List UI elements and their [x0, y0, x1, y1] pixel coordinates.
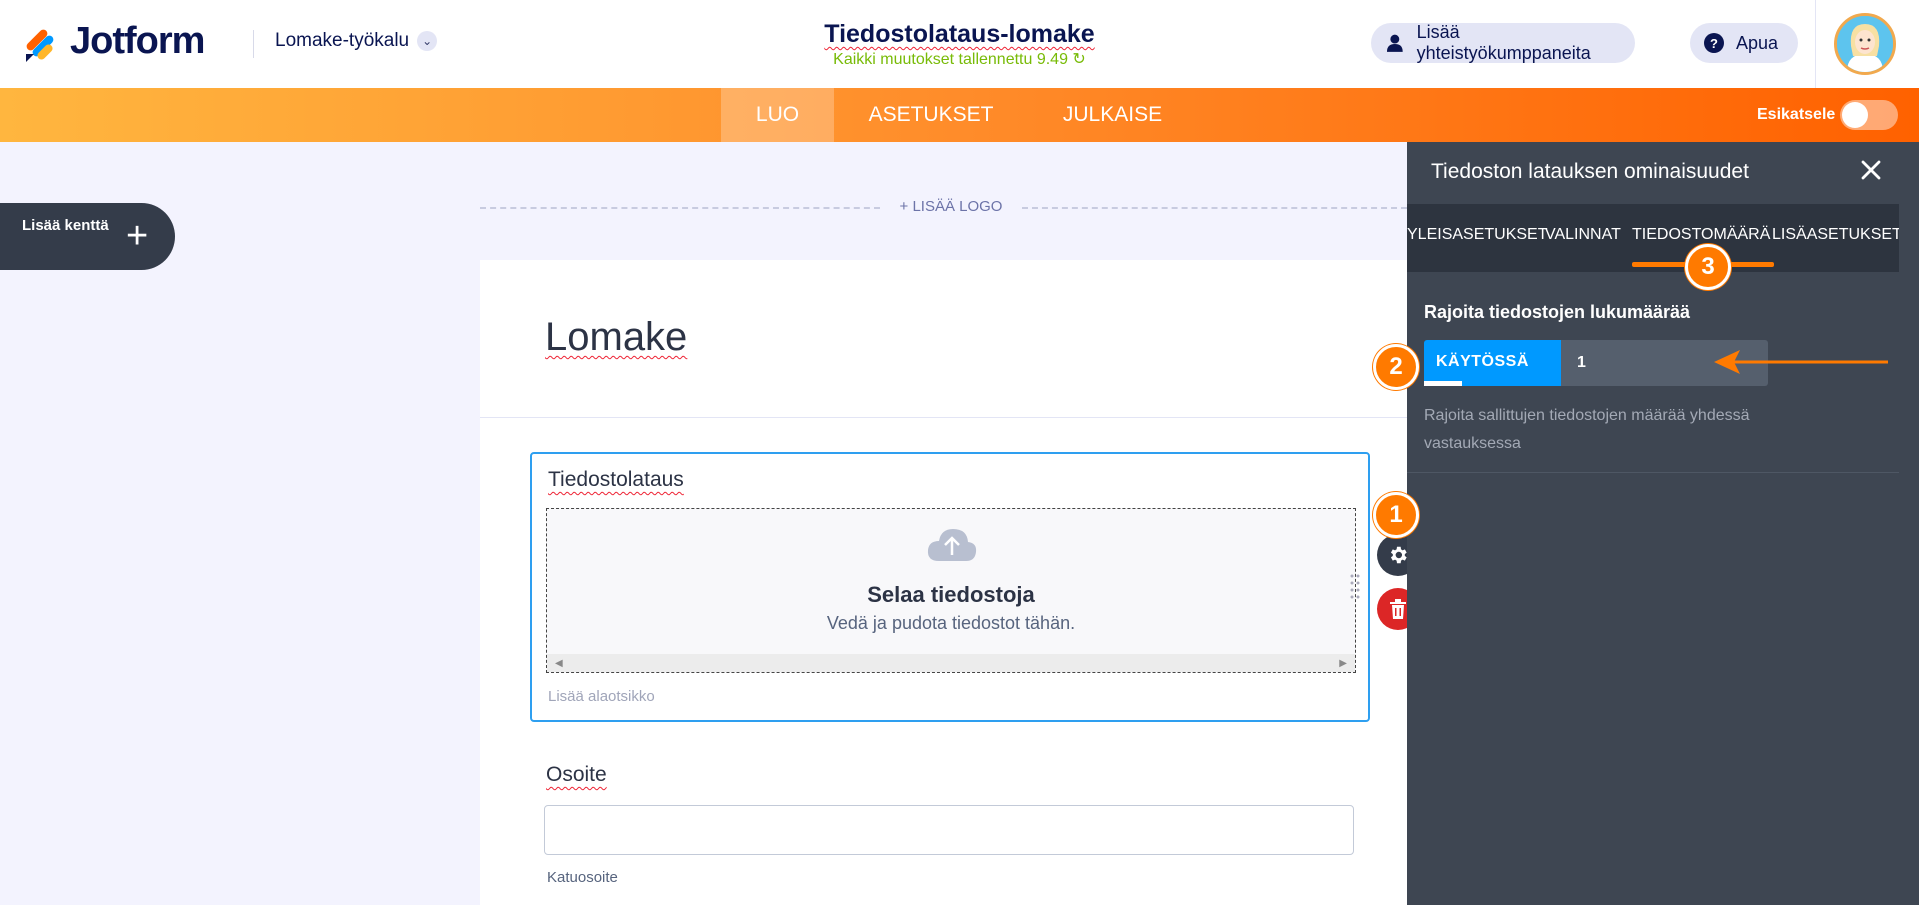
upload-field-label[interactable]: Tiedostolataus — [548, 468, 684, 492]
step-badge-1: 1 — [1373, 492, 1419, 538]
preview-label: Esikatsele — [1757, 106, 1836, 123]
form-canvas: Lomake Tiedostolataus Selaa tiedostoja V… — [480, 260, 1408, 905]
user-avatar[interactable] — [1834, 13, 1896, 75]
scroll-right-icon[interactable]: ▶ — [1339, 658, 1347, 669]
help-button[interactable]: ? Apua — [1690, 23, 1798, 63]
panel-scrollbar[interactable] — [1899, 142, 1919, 905]
tab-advanced[interactable]: LISÄASETUKSET — [1772, 226, 1902, 244]
tab-publish[interactable]: JULKAISE — [1040, 88, 1185, 142]
step-badge-3: 3 — [1685, 244, 1731, 290]
drag-handle-icon[interactable] — [1349, 572, 1361, 600]
annotation-arrow-icon — [1714, 350, 1888, 374]
add-field-button[interactable]: Lisää kenttä + — [0, 203, 175, 270]
properties-panel: Tiedoston latauksen ominaisuudet YLEISAS… — [1407, 142, 1919, 905]
user-icon — [1386, 34, 1403, 52]
step-badge-2: 2 — [1373, 344, 1419, 390]
form-heading[interactable]: Lomake — [545, 315, 687, 360]
file-upload-field[interactable]: Tiedostolataus Selaa tiedostoja Vedä ja … — [530, 452, 1370, 722]
panel-divider — [1407, 472, 1899, 473]
close-icon[interactable] — [1857, 156, 1885, 184]
form-divider — [480, 417, 1408, 418]
builder-navbar: LUO ASETUKSET JULKAISE Esikatsele — [0, 88, 1919, 142]
street-address-sublabel: Katuosoite — [547, 869, 618, 886]
cloud-upload-icon — [927, 529, 977, 561]
tab-options[interactable]: VALINNAT — [1545, 226, 1621, 244]
logo-divider-left — [480, 207, 880, 209]
horizontal-scrollbar[interactable]: ◀ ▶ — [547, 654, 1355, 672]
header-separator — [1815, 0, 1816, 88]
tab-create[interactable]: LUO — [721, 88, 834, 142]
toggle-indicator — [1424, 381, 1462, 386]
avatar-illustration — [1837, 16, 1893, 72]
tab-general-settings[interactable]: YLEISASETUKSET — [1407, 226, 1548, 244]
panel-title: Tiedoston latauksen ominaisuudet — [1431, 160, 1749, 183]
street-address-input[interactable] — [544, 805, 1354, 855]
scroll-left-icon[interactable]: ◀ — [555, 658, 563, 669]
refresh-icon: ↻ — [1072, 51, 1086, 68]
limit-files-label: Rajoita tiedostojen lukumäärää — [1424, 302, 1691, 322]
limit-files-toggle[interactable]: KÄYTÖSSÄ — [1424, 340, 1561, 386]
logo-divider-right — [1022, 207, 1407, 209]
toggle-knob — [1842, 102, 1868, 128]
help-icon: ? — [1704, 33, 1724, 53]
drop-hint-text: Vedä ja pudota tiedostot tähän. — [826, 613, 1076, 633]
top-header: Jotform Lomake-työkalu ⌄ Tiedostolataus-… — [0, 0, 1919, 88]
trash-icon — [1390, 599, 1406, 619]
upload-dropzone[interactable]: Selaa tiedostoja Vedä ja pudota tiedosto… — [546, 508, 1356, 673]
limit-files-description: Rajoita sallittujen tiedostojen määrää y… — [1424, 407, 1750, 452]
gear-icon — [1390, 546, 1407, 564]
add-collaborators-button[interactable]: Lisää yhteistyökumppaneita — [1371, 22, 1635, 63]
sublabel-placeholder[interactable]: Lisää alaotsikko — [548, 688, 655, 705]
preview-toggle[interactable] — [1840, 100, 1898, 130]
tab-settings[interactable]: ASETUKSET — [850, 88, 1012, 142]
address-field-label[interactable]: Osoite — [546, 763, 607, 787]
browse-files-title[interactable]: Selaa tiedostoja — [547, 582, 1355, 608]
add-logo-link[interactable]: + LISÄÄ LOGO — [880, 198, 1022, 215]
tab-file-count[interactable]: TIEDOSTOMÄÄRÄ — [1632, 226, 1770, 244]
plus-icon: + — [126, 215, 149, 257]
